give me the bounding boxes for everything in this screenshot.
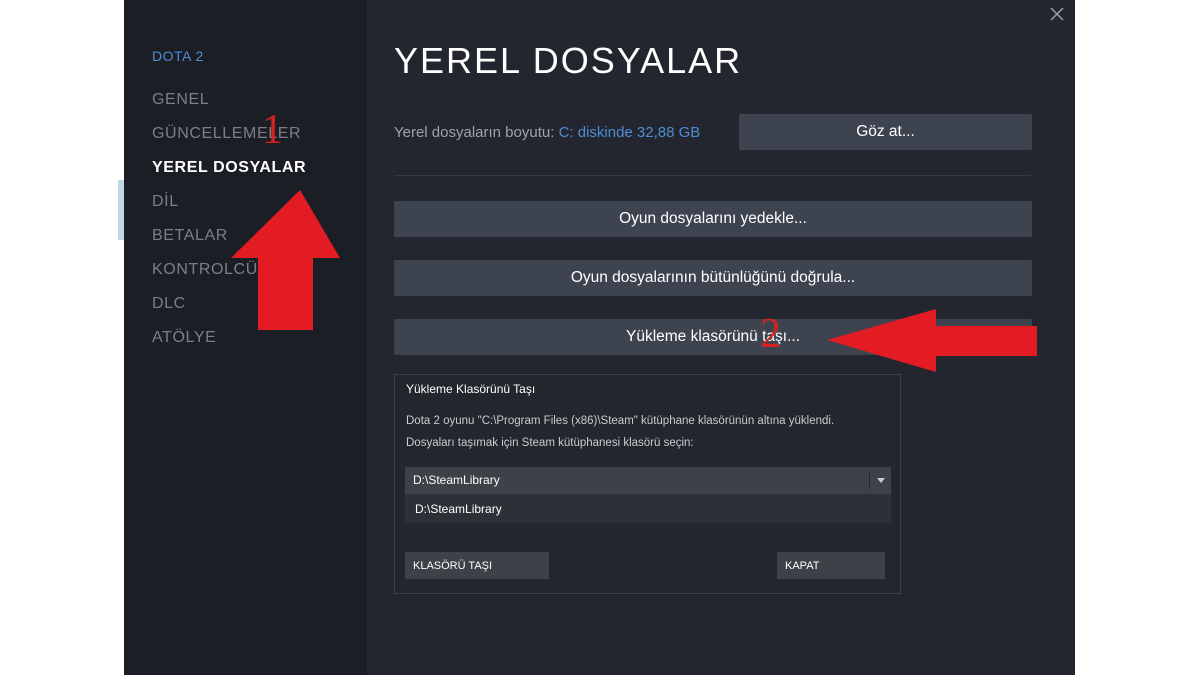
library-folder-select[interactable]: D:\SteamLibrary [405, 467, 891, 494]
move-install-folder-button[interactable]: Yükleme klasörünü taşı... [394, 319, 1032, 355]
page-title: YEREL DOSYALAR [394, 40, 743, 81]
chevron-down-icon[interactable] [877, 478, 885, 483]
close-icon[interactable] [1048, 6, 1066, 24]
sidebar-item-atolye[interactable]: ATÖLYE [152, 329, 216, 347]
dialog-install-info: Dota 2 oyunu "C:\Program Files (x86)\Ste… [406, 415, 835, 427]
library-option[interactable]: D:\SteamLibrary [405, 494, 891, 523]
sidebar: DOTA 2 GENEL GÜNCELLEMELER YEREL DOSYALA… [124, 0, 367, 675]
sidebar-item-kontrolcu[interactable]: KONTROLCÜ [152, 261, 258, 279]
step-2-label: 2 [760, 311, 781, 357]
sidebar-item-dil[interactable]: DİL [152, 193, 179, 211]
sidebar-item-yerel-dosyalar[interactable]: YEREL DOSYALAR [152, 159, 306, 177]
sidebar-item-betalar[interactable]: BETALAR [152, 227, 228, 245]
move-folder-dialog: Yükleme Klasörünü Taşı Dota 2 oyunu "C:\… [394, 374, 901, 594]
library-option-label: D:\SteamLibrary [415, 502, 502, 516]
dialog-title: Yükleme Klasörünü Taşı [406, 382, 536, 396]
backup-game-files-button[interactable]: Oyun dosyalarını yedekle... [394, 201, 1032, 237]
dialog-instruction: Dosyaları taşımak için Steam kütüphanesi… [406, 437, 694, 449]
browse-button[interactable]: Göz at... [739, 114, 1032, 150]
size-label: Yerel dosyaların boyutu: [394, 124, 555, 141]
game-name: DOTA 2 [152, 48, 204, 64]
select-separator [869, 471, 870, 490]
move-folder-button[interactable]: KLASÖRÜ TAŞI [405, 552, 549, 579]
properties-window: DOTA 2 GENEL GÜNCELLEMELER YEREL DOSYALA… [124, 0, 1075, 675]
local-files-size: Yerel dosyaların boyutu: C: diskinde 32,… [394, 124, 700, 141]
selected-library: D:\SteamLibrary [413, 473, 500, 487]
verify-integrity-button[interactable]: Oyun dosyalarının bütünlüğünü doğrula... [394, 260, 1032, 296]
divider [394, 175, 1031, 176]
close-dialog-button[interactable]: KAPAT [777, 552, 885, 579]
size-value: C: diskinde 32,88 GB [558, 124, 701, 141]
step-1-label: 1 [262, 107, 283, 153]
sidebar-item-dlc[interactable]: DLC [152, 295, 186, 313]
sidebar-item-genel[interactable]: GENEL [152, 91, 209, 109]
